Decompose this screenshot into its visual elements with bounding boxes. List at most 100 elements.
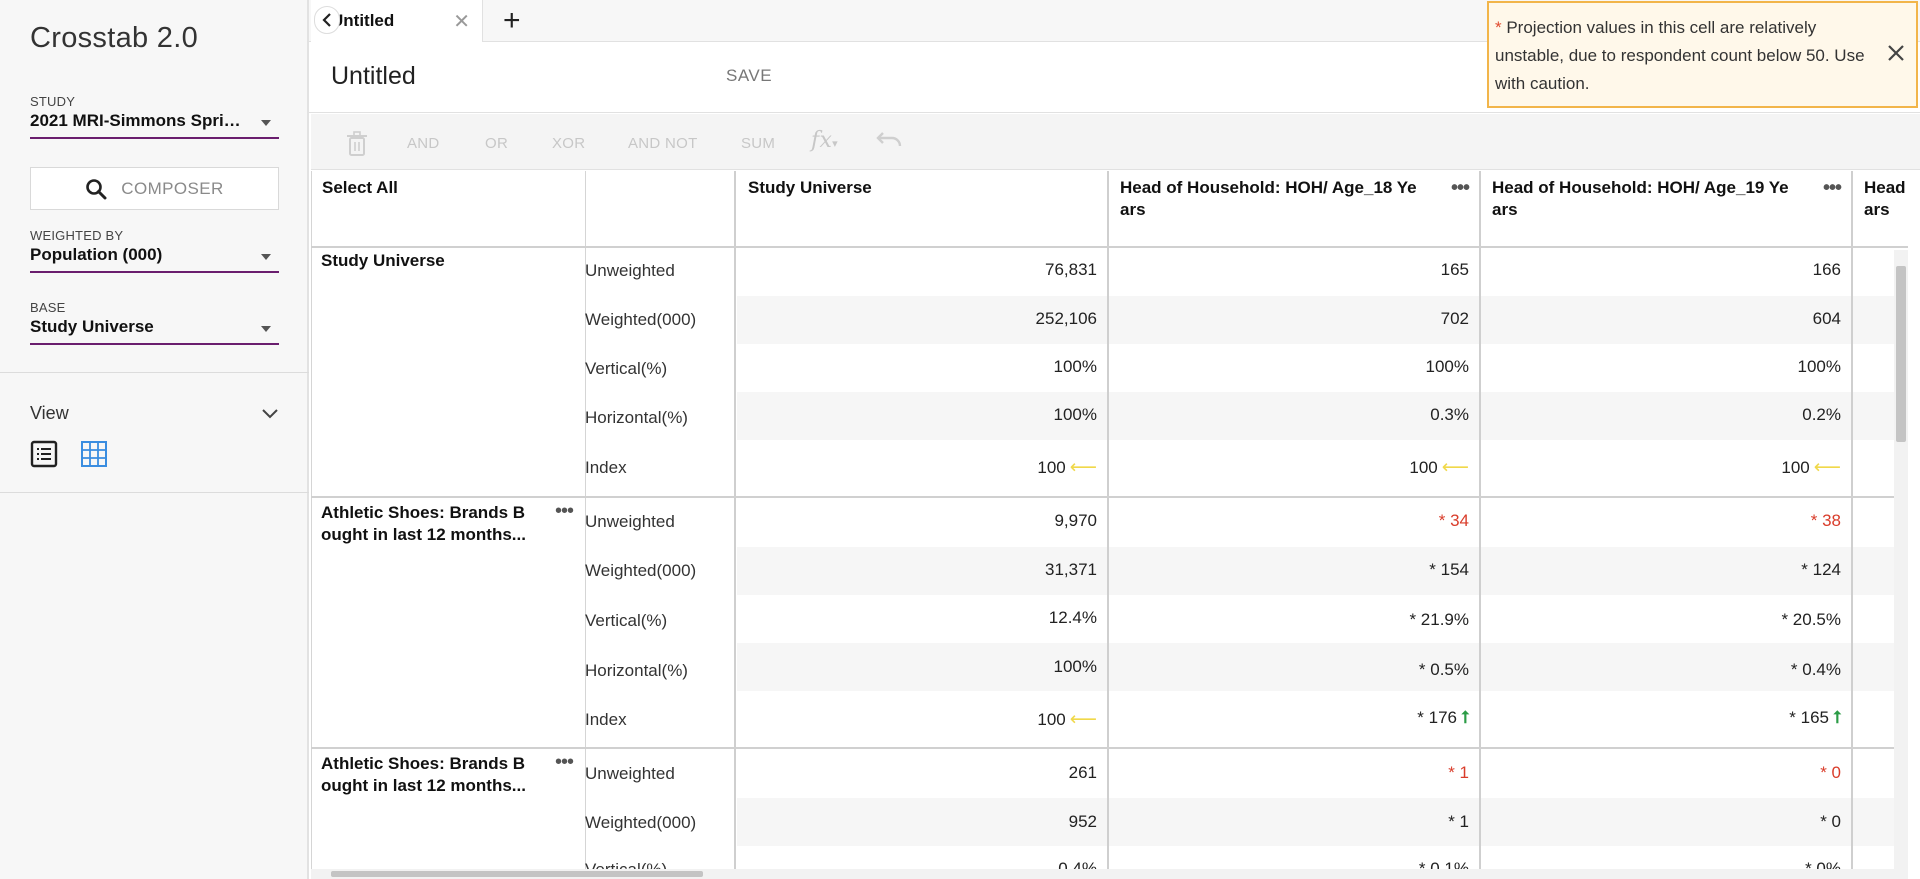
function-button[interactable]: fx▾ [811,128,838,153]
grid-line [311,171,312,869]
table-cell[interactable]: 100% [1054,405,1097,425]
table-cell[interactable]: * 0.1% [1419,859,1469,869]
table-cell[interactable]: 31,371 [1045,560,1097,580]
table-cell[interactable]: 0.2% [1802,405,1841,425]
table-cell[interactable]: * 1 [1448,812,1469,832]
metric-label: Weighted(000) [585,310,697,329]
chevron-down-icon [262,408,278,418]
chevron-left-icon [322,13,331,27]
toolbar: AND OR XOR AND NOT SUM fx▾ [311,114,1920,170]
select-all-header[interactable]: Select All [311,171,585,247]
base-select[interactable]: BASE Study Universe [30,300,279,345]
study-value[interactable]: 2021 MRI-Simmons Spri… [30,111,279,139]
and-button[interactable]: AND [407,135,440,152]
index-cell[interactable]: 100 ⟵ [1409,456,1469,479]
index-cell[interactable]: 100 ⟵ [1037,456,1097,479]
table-cell[interactable]: * 0.4% [1791,660,1841,680]
column-header-label: Study Universe [748,178,872,197]
table-cell[interactable]: 100% [1054,357,1097,377]
horizontal-scrollbar[interactable] [311,869,1908,879]
table-cell[interactable]: * 21.9% [1409,610,1469,630]
table-cell[interactable]: * 0% [1805,859,1841,869]
column-header[interactable]: Head ars [1853,171,1908,247]
metric-label: Vertical(%) [585,359,668,378]
grid-view-icon[interactable] [80,440,108,468]
low-count-cell[interactable]: * 1 [1448,763,1469,783]
table-cell[interactable]: 702 [1441,309,1469,329]
study-label: STUDY [30,94,76,109]
table-cell[interactable]: * 0 [1820,812,1841,832]
save-button[interactable]: SAVE [726,66,772,86]
document-title[interactable]: Untitled [331,62,416,91]
arrow-left-icon: ⟵ [1069,457,1097,478]
weighted-value[interactable]: Population (000) [30,245,279,273]
table-cell[interactable]: * 20.5% [1781,610,1841,630]
table-cell[interactable]: 12.4% [1049,608,1097,628]
grid-line [1851,171,1853,869]
and-not-button[interactable]: AND NOT [628,135,698,152]
more-options-icon[interactable]: ••• [555,751,574,774]
undo-icon[interactable] [875,130,903,150]
trash-icon[interactable] [346,131,368,157]
row-group-label[interactable]: Study Universe [321,250,531,272]
study-select[interactable]: STUDY 2021 MRI-Simmons Spri… [30,94,279,139]
arrow-left-icon: ⟵ [1069,709,1097,730]
xor-button[interactable]: XOR [552,135,585,152]
sidebar: Crosstab 2.0 STUDY 2021 MRI-Simmons Spri… [0,0,309,879]
index-cell[interactable]: 100 ⟵ [1037,708,1097,731]
low-count-cell[interactable]: * 38 [1811,511,1841,531]
table-cell[interactable]: 9,970 [1054,511,1097,531]
table-cell[interactable]: * 154 [1429,560,1469,580]
index-cell[interactable]: 100 ⟵ [1781,456,1841,479]
grid-line [734,171,736,869]
base-label: BASE [30,300,66,315]
table-cell[interactable]: 100% [1798,357,1841,377]
grid-line [1479,171,1481,869]
column-header[interactable]: Head of Household: HOH/ Age_19 Ye ars ••… [1481,171,1853,247]
add-tab-button[interactable]: + [503,4,521,38]
index-cell[interactable]: * 165 ⭡ [1789,708,1841,728]
view-toggle[interactable]: View [30,403,279,424]
table-cell[interactable]: 252,106 [1036,309,1097,329]
table-cell[interactable]: * 124 [1801,560,1841,580]
table-cell[interactable]: * 0.5% [1419,660,1469,680]
low-count-cell[interactable]: * 34 [1439,511,1469,531]
row-group-label[interactable]: Athletic Shoes: Brands B ought in last 1… [321,753,531,797]
more-options-icon[interactable]: ••• [1451,177,1470,200]
table-cell[interactable]: 952 [1069,812,1097,832]
table-cell[interactable]: 166 [1813,260,1841,280]
table-cell[interactable]: 100% [1054,657,1097,677]
table-cell[interactable]: 604 [1813,309,1841,329]
close-icon[interactable]: ✕ [453,9,470,34]
table-cell[interactable]: 165 [1441,260,1469,280]
table-cell[interactable]: 0.4% [1058,859,1097,869]
column-header[interactable]: Study Universe [737,171,1109,247]
table-cell[interactable]: 261 [1069,763,1097,783]
table-cell[interactable]: 0.3% [1430,405,1469,425]
row-stripe [737,643,1908,691]
arrow-left-icon: ⟵ [1441,457,1469,478]
base-value[interactable]: Study Universe [30,317,279,345]
column-header[interactable]: Head of Household: HOH/ Age_18 Ye ars ••… [1109,171,1481,247]
sum-button[interactable]: SUM [741,135,775,152]
index-cell[interactable]: * 176 ⭡ [1417,708,1469,728]
more-options-icon[interactable]: ••• [1823,177,1842,200]
vertical-scrollbar[interactable] [1894,250,1908,870]
more-options-icon[interactable]: ••• [555,500,574,523]
close-icon[interactable] [1886,43,1906,63]
table-cell[interactable]: 76,831 [1045,260,1097,280]
warning-text: Projection values in this cell are relat… [1495,18,1865,93]
row-group-label[interactable]: Athletic Shoes: Brands B ought in last 1… [321,502,531,546]
or-button[interactable]: OR [485,135,508,152]
column-header-label: Head ars [1864,178,1906,219]
metric-label: Horizontal(%) [585,408,688,427]
collapse-sidebar-button[interactable] [314,6,340,34]
scrollbar-thumb[interactable] [1896,266,1906,442]
table-cell[interactable]: 100% [1426,357,1469,377]
composer-button[interactable]: COMPOSER [30,167,279,210]
chevron-down-icon [261,326,271,332]
weighted-by-select[interactable]: WEIGHTED BY Population (000) [30,228,279,273]
list-view-icon[interactable] [30,440,58,468]
low-count-cell[interactable]: * 0 [1820,763,1841,783]
scrollbar-thumb[interactable] [331,871,703,877]
